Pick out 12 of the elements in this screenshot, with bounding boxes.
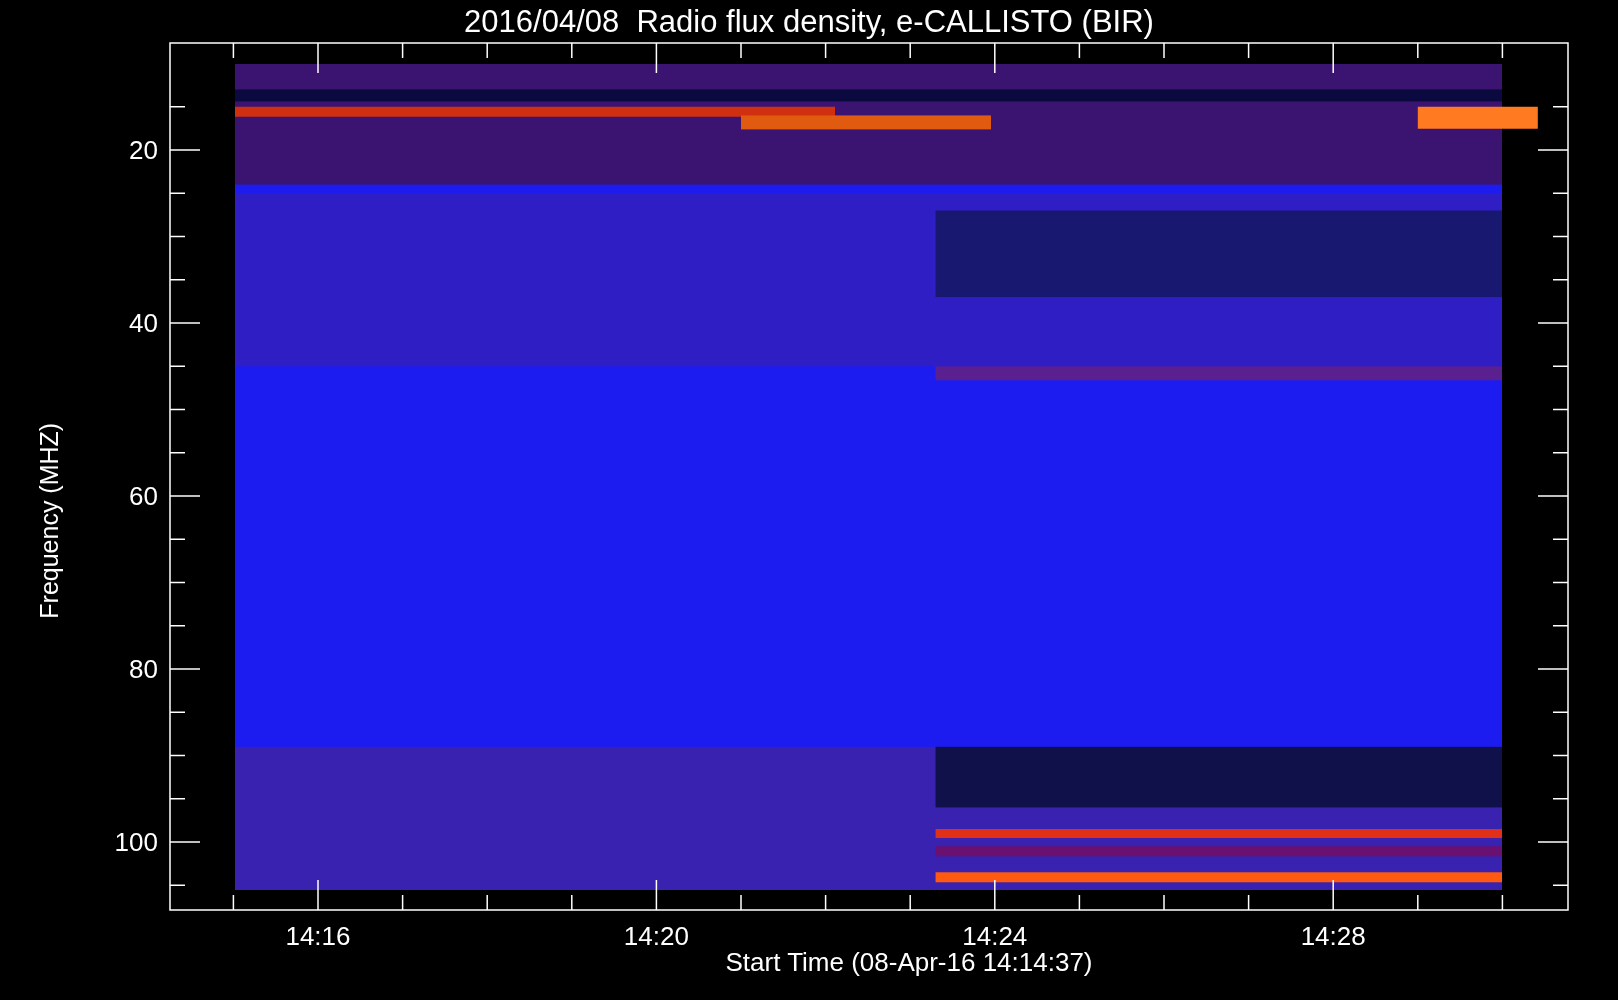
y-tick-label: 40 [129,308,158,338]
y-axis-label: Frequency (MHZ) [34,422,65,619]
x-tick-label: 14:20 [623,921,689,951]
y-tick-label: 80 [129,654,158,684]
y-tick-label: 20 [129,135,158,165]
x-tick-label: 14:28 [1300,921,1366,951]
x-tick-label: 14:24 [962,921,1028,951]
y-tick-label: 60 [129,481,158,511]
chart-title: 2016/04/08 Radio flux density, e-CALLISTO (BIR) [464,5,1154,37]
y-tick-label: 100 [114,827,158,857]
x-axis-label: Start Time (08-Apr-16 14:14:37) [725,949,1093,975]
x-tick-label: 14:16 [285,921,351,951]
